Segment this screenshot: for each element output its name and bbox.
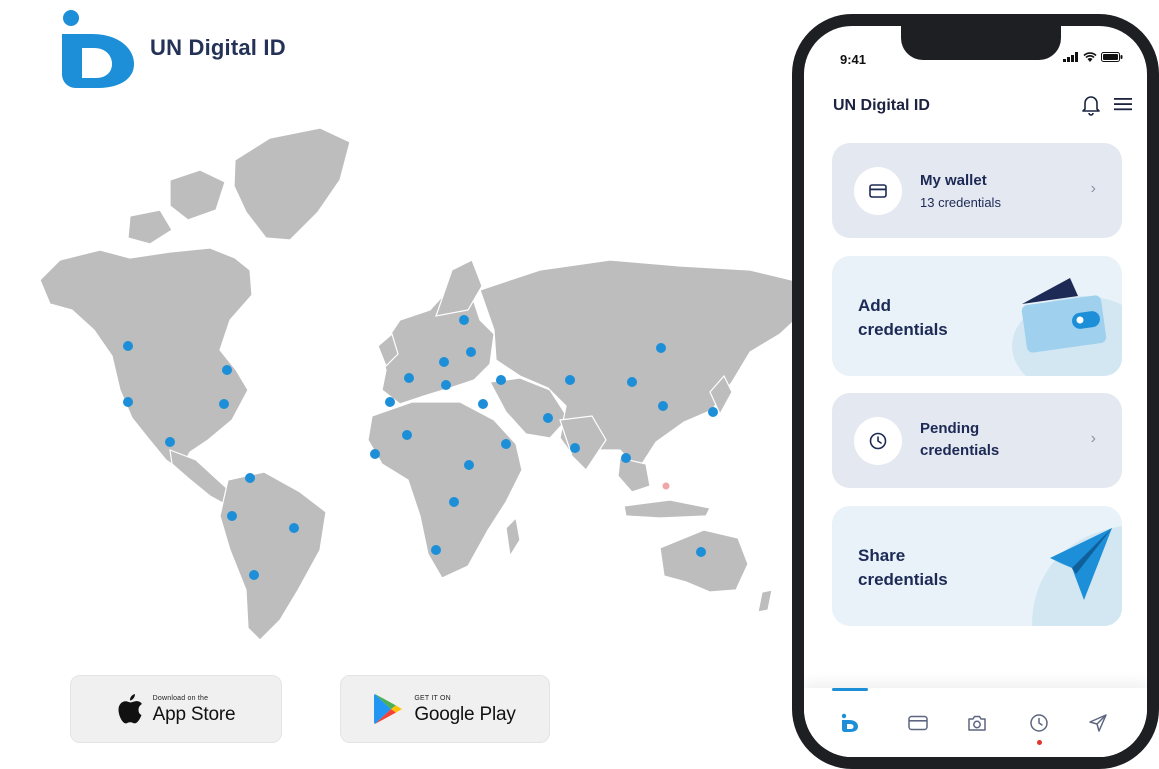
- active-tab-indicator: [832, 688, 868, 691]
- phone-notch: [901, 26, 1061, 60]
- clock-icon-circle: [854, 417, 902, 465]
- phone-screen: 9:41 UN Digital ID My wallet 13 credenti…: [804, 26, 1147, 757]
- add-credentials-title-line2: credentials: [858, 320, 948, 339]
- brand-name: UN Digital ID: [150, 35, 286, 60]
- notification-dot: [1037, 740, 1042, 745]
- tab-history[interactable]: [1024, 708, 1054, 745]
- google-play-label: Google Play: [414, 703, 516, 725]
- highlight-marker: [662, 482, 670, 490]
- un-digital-id-logo: [62, 10, 134, 88]
- tab-send[interactable]: [1083, 708, 1113, 738]
- google-play-button[interactable]: GET IT ON Google Play: [340, 675, 550, 743]
- map-australia: [659, 529, 749, 593]
- menu-icon[interactable]: [1113, 96, 1133, 112]
- my-wallet-card[interactable]: My wallet 13 credentials ›: [832, 143, 1122, 238]
- map-africa: [367, 401, 523, 579]
- share-credentials-title-line1: Share: [858, 546, 906, 565]
- tab-home[interactable]: [835, 708, 865, 738]
- map-greenland: [233, 127, 351, 241]
- camera-icon: [968, 715, 986, 731]
- app-store-small-text: Download on the: [152, 694, 209, 702]
- my-wallet-title: My wallet: [920, 172, 987, 189]
- tab-wallet[interactable]: [903, 708, 933, 738]
- wallet-card-icon: [869, 184, 887, 198]
- send-icon: [1089, 714, 1107, 732]
- pending-title-line1: Pending: [920, 420, 980, 437]
- tab-camera[interactable]: [962, 708, 992, 738]
- google-play-icon: [374, 694, 403, 724]
- bell-icon[interactable]: [1081, 94, 1101, 116]
- brand-header: UN Digital ID: [60, 8, 286, 88]
- chevron-right-icon: ›: [1090, 180, 1096, 197]
- my-wallet-subtitle: 13 credentials: [920, 195, 1001, 210]
- wifi-icon: [1083, 52, 1097, 62]
- wallet-card-icon-circle: [854, 167, 902, 215]
- map-asia: [479, 259, 807, 471]
- add-credentials-title-line1: Add: [858, 296, 892, 315]
- share-credentials-card[interactable]: Share credentials: [832, 506, 1122, 626]
- map-south-america: [219, 471, 327, 641]
- clock-icon: [869, 432, 887, 450]
- chevron-right-icon: ›: [1090, 430, 1096, 447]
- signal-icon: [1063, 52, 1078, 62]
- app-store-button[interactable]: Download on the App Store: [70, 675, 282, 743]
- world-map: [20, 120, 810, 650]
- status-icons: [1063, 52, 1123, 62]
- pending-credentials-card[interactable]: Pending credentials ›: [832, 393, 1122, 488]
- phone-mockup: 9:41 UN Digital ID My wallet 13 credenti…: [792, 14, 1159, 769]
- app-title: UN Digital ID: [833, 97, 930, 114]
- app-store-label: App Store: [152, 703, 236, 725]
- map-north-america: [39, 247, 253, 471]
- wallet-illustration: [1012, 278, 1122, 376]
- share-credentials-title-line2: credentials: [858, 570, 948, 589]
- google-play-small-text: GET IT ON: [414, 694, 451, 702]
- pending-title-line2: credentials: [920, 442, 1000, 459]
- add-credentials-card[interactable]: Add credentials: [832, 256, 1122, 376]
- wallet-icon: [908, 715, 928, 731]
- world-map-graphic: [39, 127, 807, 641]
- battery-icon: [1101, 52, 1123, 62]
- history-clock-icon: [1030, 714, 1048, 732]
- paper-plane-illustration: [1032, 526, 1122, 626]
- bottom-tab-bar: [804, 688, 1147, 757]
- map-europe: [379, 287, 495, 405]
- apple-icon: [118, 694, 142, 724]
- status-time: 9:41: [840, 52, 867, 67]
- home-id-icon: [841, 713, 858, 732]
